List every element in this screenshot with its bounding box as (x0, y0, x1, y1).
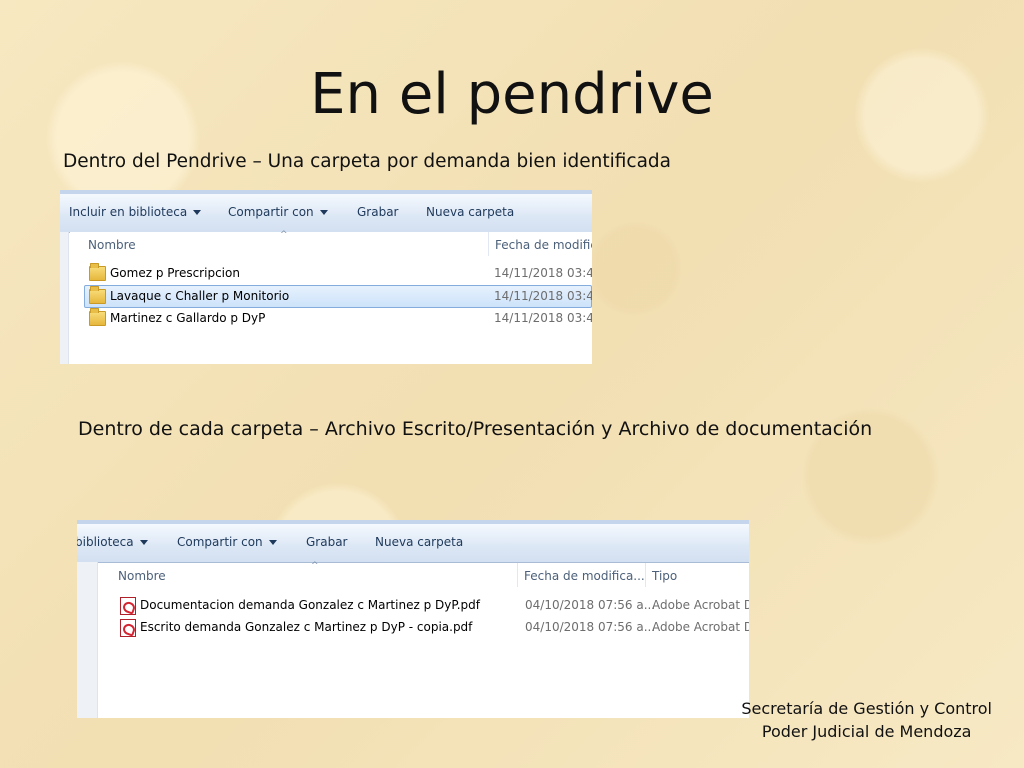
include-in-library-button[interactable]: biblioteca (77, 535, 148, 549)
folder-icon (89, 308, 106, 326)
burn-button[interactable]: Grabar (357, 205, 399, 219)
subtitle-files: Dentro de cada carpeta – Archivo Escrito… (78, 418, 873, 440)
footer: Secretaría de Gestión y Control Poder Ju… (741, 697, 992, 743)
folder-name: Lavaque c Challer p Monitorio (110, 289, 290, 303)
column-divider[interactable] (517, 563, 518, 587)
column-header-row: Nombre ^ Fecha de modifica... Tipo (99, 561, 749, 589)
footer-line-secretaria: Secretaría de Gestión y Control (741, 699, 992, 718)
explorer-toolbar: biblioteca Compartir con Grabar Nueva ca… (77, 520, 749, 563)
navigation-pane[interactable] (60, 232, 69, 364)
subtitle-folders: Dentro del Pendrive – Una carpeta por de… (63, 151, 671, 172)
burn-button[interactable]: Grabar (306, 535, 348, 549)
include-in-library-button[interactable]: Incluir en biblioteca (69, 205, 202, 219)
column-header-date[interactable]: Fecha de modifica... (524, 569, 645, 583)
file-name: Documentacion demanda Gonzalez c Martine… (140, 598, 480, 612)
chevron-down-icon (319, 210, 328, 215)
new-folder-button[interactable]: Nueva carpeta (375, 535, 463, 549)
folder-date: 14/11/2018 03:42 (494, 266, 592, 280)
explorer-window-folder: biblioteca Compartir con Grabar Nueva ca… (77, 520, 749, 718)
column-header-row: Nombre ^ Fecha de modific (70, 230, 592, 258)
chevron-down-icon (139, 540, 148, 545)
folder-row[interactable]: Gomez p Prescripcion 14/11/2018 03:42 (86, 263, 592, 284)
column-divider[interactable] (645, 563, 646, 587)
folder-row-selected[interactable]: Lavaque c Challer p Monitorio 14/11/2018… (84, 285, 592, 308)
sort-up-icon: ^ (280, 230, 288, 240)
footer-line-poder-judicial: Poder Judicial de Mendoza (761, 722, 972, 741)
column-divider[interactable] (488, 232, 489, 256)
sort-up-icon: ^ (311, 561, 319, 571)
file-type: Adobe Acrobat D (652, 620, 749, 634)
chevron-down-icon (268, 540, 277, 545)
file-date: 04/10/2018 07:56 a... (525, 598, 656, 612)
folder-row[interactable]: Martinez c Gallardo p DyP 14/11/2018 03:… (86, 308, 592, 329)
file-date: 04/10/2018 07:56 a... (525, 620, 656, 634)
explorer-toolbar: Incluir en biblioteca Compartir con Grab… (60, 190, 592, 233)
column-header-name[interactable]: Nombre (118, 569, 166, 583)
share-with-button[interactable]: Compartir con (228, 205, 328, 219)
folder-name: Martinez c Gallardo p DyP (110, 311, 266, 325)
explorer-window-pendrive: Incluir en biblioteca Compartir con Grab… (60, 190, 592, 364)
chevron-down-icon (193, 210, 202, 215)
file-type: Adobe Acrobat D (652, 598, 749, 612)
column-header-type[interactable]: Tipo (652, 569, 677, 583)
file-row[interactable]: Escrito demanda Gonzalez c Martinez p Dy… (119, 617, 749, 638)
folder-icon (89, 263, 106, 281)
file-name: Escrito demanda Gonzalez c Martinez p Dy… (140, 620, 473, 634)
column-header-name[interactable]: Nombre (88, 238, 136, 252)
folder-name: Gomez p Prescripcion (110, 266, 240, 280)
folder-date: 14/11/2018 03:42 (494, 289, 592, 303)
column-header-date[interactable]: Fecha de modific (495, 238, 592, 252)
folder-icon (89, 286, 106, 304)
new-folder-button[interactable]: Nueva carpeta (426, 205, 514, 219)
pdf-file-icon (120, 597, 136, 615)
slide-title: En el pendrive (310, 62, 714, 127)
folder-date: 14/11/2018 03:42 (494, 311, 592, 325)
share-with-button[interactable]: Compartir con (177, 535, 277, 549)
navigation-pane[interactable] (77, 562, 98, 718)
pdf-file-icon (120, 619, 136, 637)
file-row[interactable]: Documentacion demanda Gonzalez c Martine… (119, 595, 749, 616)
